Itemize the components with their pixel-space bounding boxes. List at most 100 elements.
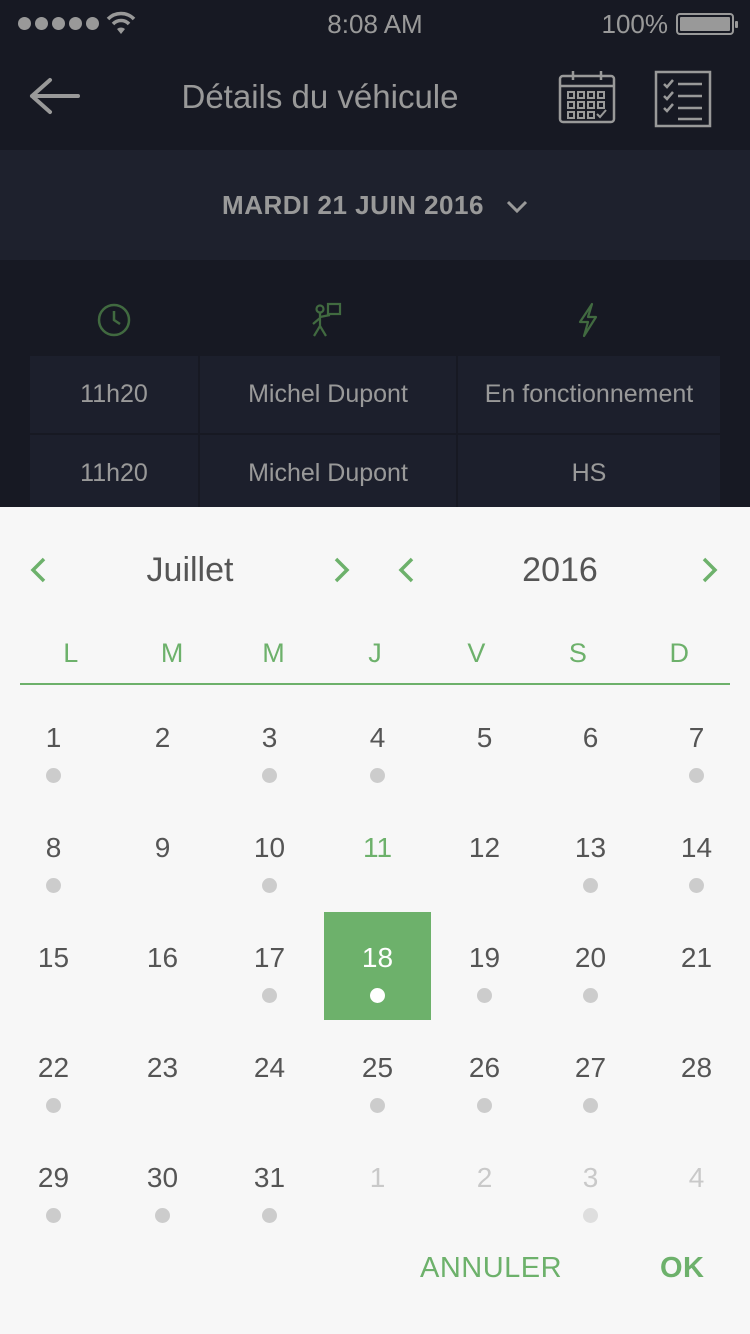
- weekday-label: M: [160, 638, 184, 668]
- calendar-day[interactable]: 2: [431, 1132, 538, 1240]
- calendar-day[interactable]: 30: [109, 1132, 216, 1240]
- calendar-day[interactable]: 21: [643, 912, 750, 1020]
- day-number: 5: [476, 722, 493, 753]
- calendar-day[interactable]: 23: [109, 1022, 216, 1130]
- weekday-label: L: [63, 638, 79, 668]
- chevron-left-icon: [398, 557, 414, 583]
- calendar-day-selected[interactable]: 18: [324, 912, 431, 1020]
- event-dot-icon: [583, 988, 598, 1003]
- event-dot-icon: [46, 878, 61, 893]
- calendar-grid: 1 2 3 4 5 6 7 8 9 10 11 12 13 14 15 16 17 18 19 20 21 22 23 24 2…: [0, 692, 750, 1242]
- day-number: 20: [574, 942, 607, 973]
- day-number: 13: [574, 832, 607, 863]
- chevron-right-icon: [702, 557, 718, 583]
- calendar-day[interactable]: 16: [109, 912, 216, 1020]
- calendar-day[interactable]: 10: [216, 802, 323, 910]
- day-number: 23: [146, 1052, 179, 1083]
- calendar-day[interactable]: 4: [324, 692, 431, 800]
- chevron-right-icon: [334, 557, 350, 583]
- calendar-week: 8 9 10 11 12 13 14: [0, 802, 750, 912]
- weekday-label: S: [568, 638, 587, 668]
- calendar-day[interactable]: 2: [109, 692, 216, 800]
- calendar-day[interactable]: 12: [431, 802, 538, 910]
- calendar-day[interactable]: 31: [216, 1132, 323, 1240]
- calendar-day[interactable]: 11: [324, 802, 431, 910]
- calendar-day[interactable]: 6: [537, 692, 644, 800]
- calendar-day[interactable]: 3: [537, 1132, 644, 1240]
- day-number: 18: [361, 942, 394, 973]
- day-number: 21: [680, 942, 713, 973]
- cancel-button[interactable]: ANNULER: [420, 1252, 562, 1285]
- event-dot-icon: [689, 768, 704, 783]
- calendar-day[interactable]: 15: [0, 912, 107, 1020]
- day-number: 27: [574, 1052, 607, 1083]
- day-number: 31: [253, 1162, 286, 1193]
- event-dot-icon: [262, 768, 277, 783]
- event-dot-icon: [262, 1208, 277, 1223]
- prev-month-button[interactable]: [18, 550, 58, 590]
- calendar-week: 29 30 31 1 2 3 4: [0, 1132, 750, 1242]
- date-picker-sheet: Juillet 2016 L M M J V S D 1 2 3 4 5 6 7 8 9 10 11…: [0, 507, 750, 1334]
- calendar-week: 1 2 3 4 5 6 7: [0, 692, 750, 802]
- calendar-week: 22 23 24 25 26 27 28: [0, 1022, 750, 1132]
- day-number: 1: [369, 1162, 386, 1193]
- event-dot-icon: [477, 988, 492, 1003]
- day-number: 2: [476, 1162, 493, 1193]
- day-number: 16: [146, 942, 179, 973]
- ok-button[interactable]: OK: [660, 1252, 705, 1285]
- day-number: 26: [468, 1052, 501, 1083]
- day-number: 19: [468, 942, 501, 973]
- day-number: 3: [261, 722, 278, 753]
- calendar-day[interactable]: 29: [0, 1132, 107, 1240]
- calendar-day[interactable]: 5: [431, 692, 538, 800]
- day-number: 3: [582, 1162, 599, 1193]
- next-month-button[interactable]: [322, 550, 362, 590]
- event-dot-icon: [46, 1208, 61, 1223]
- day-number: 8: [45, 832, 62, 863]
- prev-year-button[interactable]: [386, 550, 426, 590]
- calendar-week: 15 16 17 18 19 20 21: [0, 912, 750, 1022]
- event-dot-icon: [155, 1208, 170, 1223]
- calendar-day[interactable]: 17: [216, 912, 323, 1020]
- day-number: 29: [37, 1162, 70, 1193]
- day-number: 10: [253, 832, 286, 863]
- event-dot-icon: [583, 1208, 598, 1223]
- calendar-day[interactable]: 4: [643, 1132, 750, 1240]
- calendar-day[interactable]: 20: [537, 912, 644, 1020]
- day-number: 1: [45, 722, 62, 753]
- event-dot-icon: [262, 988, 277, 1003]
- calendar-day[interactable]: 9: [109, 802, 216, 910]
- calendar-day[interactable]: 1: [0, 692, 107, 800]
- calendar-day[interactable]: 26: [431, 1022, 538, 1130]
- day-number: 11: [362, 832, 393, 863]
- event-dot-icon: [46, 768, 61, 783]
- weekday-label: J: [368, 638, 382, 668]
- calendar-day[interactable]: 19: [431, 912, 538, 1020]
- weekday-label: M: [262, 638, 285, 668]
- day-number: 4: [369, 722, 386, 753]
- dialog-actions: ANNULER OK: [0, 1252, 750, 1312]
- calendar-day[interactable]: 25: [324, 1022, 431, 1130]
- calendar-day[interactable]: 24: [216, 1022, 323, 1130]
- calendar-day[interactable]: 7: [643, 692, 750, 800]
- calendar-day[interactable]: 14: [643, 802, 750, 910]
- day-number: 14: [680, 832, 713, 863]
- event-dot-icon: [689, 878, 704, 893]
- next-year-button[interactable]: [690, 550, 730, 590]
- day-number: 7: [688, 722, 705, 753]
- event-dot-icon: [583, 1098, 598, 1113]
- calendar-day[interactable]: 8: [0, 802, 107, 910]
- calendar-day[interactable]: 13: [537, 802, 644, 910]
- weekday-header: L M M J V S D: [20, 633, 730, 685]
- day-number: 15: [37, 942, 70, 973]
- calendar-day[interactable]: 27: [537, 1022, 644, 1130]
- day-number: 17: [253, 942, 286, 973]
- calendar-day[interactable]: 28: [643, 1022, 750, 1130]
- calendar-day[interactable]: 1: [324, 1132, 431, 1240]
- weekday-label: D: [669, 638, 689, 668]
- month-label: Juillet: [146, 551, 234, 589]
- day-number: 2: [154, 722, 171, 753]
- calendar-day[interactable]: 3: [216, 692, 323, 800]
- day-number: 4: [688, 1162, 705, 1193]
- calendar-day[interactable]: 22: [0, 1022, 107, 1130]
